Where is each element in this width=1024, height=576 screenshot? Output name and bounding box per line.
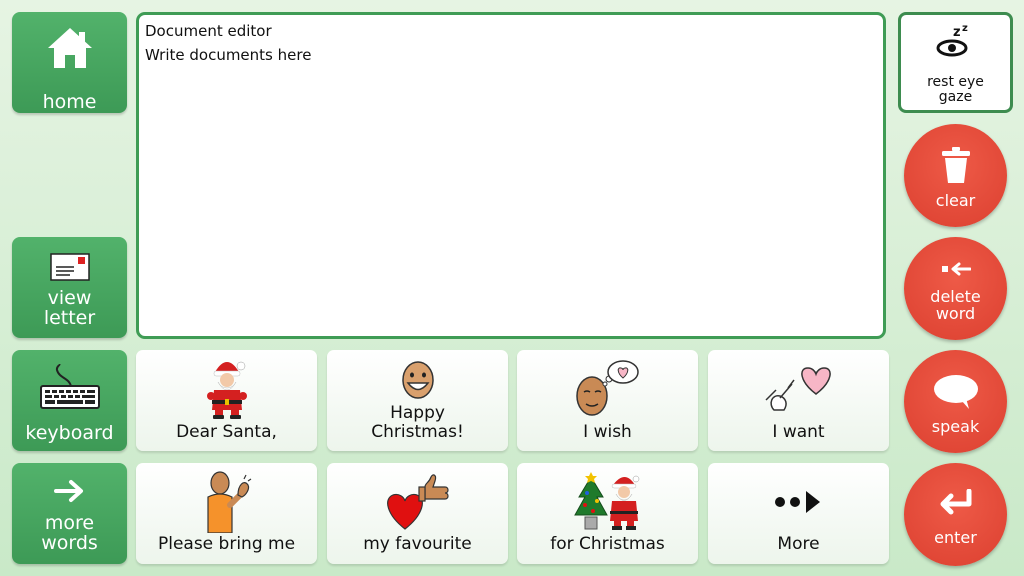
phrase-label: I wish — [583, 422, 632, 442]
phrase-i-want[interactable]: I want — [708, 350, 889, 451]
more-words-button[interactable]: more words — [12, 463, 127, 564]
phrase-for-christmas[interactable]: for Christmas — [517, 463, 698, 564]
phrase-label: for Christmas — [550, 534, 665, 554]
rest-eye-gaze-label-1: rest eye — [927, 74, 984, 90]
phrase-label: I want — [772, 422, 825, 442]
speak-label: speak — [931, 417, 980, 436]
more-words-label-1: more — [44, 512, 95, 534]
santa-icon — [136, 358, 317, 420]
svg-text:z: z — [953, 25, 961, 40]
editor-line-2: Write documents here — [145, 46, 312, 64]
speak-button[interactable]: speak — [904, 350, 1007, 453]
phrase-label: Please bring me — [157, 534, 296, 554]
home-label: home — [42, 91, 97, 113]
phrase-label: Dear Santa, — [176, 422, 277, 442]
favourite-icon — [327, 473, 508, 531]
home-button[interactable]: home — [12, 12, 127, 113]
phrase-label: my favourite — [363, 534, 472, 554]
keyboard-icon — [12, 364, 127, 410]
sleeping-eye-icon: zz — [901, 23, 1010, 57]
view-letter-button[interactable]: view letter — [12, 237, 127, 338]
clear-button[interactable]: clear — [904, 124, 1007, 227]
delete-word-button[interactable]: delete word — [904, 237, 1007, 340]
view-letter-label-2: letter — [43, 307, 96, 329]
enter-button[interactable]: enter — [904, 463, 1007, 566]
happy-face-icon — [327, 358, 508, 402]
keyboard-label: keyboard — [25, 422, 114, 444]
phrase-dear-santa[interactable]: Dear Santa, — [136, 350, 317, 451]
delete-word-label-2: word — [935, 304, 976, 323]
christmas-icon — [517, 471, 698, 533]
phrase-label: Christmas! — [371, 422, 464, 442]
phrase-my-favourite[interactable]: my favourite — [327, 463, 508, 564]
delete-word-icon — [904, 262, 1007, 276]
rest-eye-gaze-label-2: gaze — [938, 89, 973, 105]
phrase-more[interactable]: More — [708, 463, 889, 564]
more-icon — [708, 490, 889, 514]
view-letter-label-1: view — [47, 287, 92, 309]
phrase-please-bring-me[interactable]: Please bring me — [136, 463, 317, 564]
trash-icon — [904, 146, 1007, 184]
svg-text:z: z — [962, 23, 968, 34]
speech-bubble-icon — [904, 374, 1007, 410]
delete-word-label-1: delete — [930, 287, 981, 306]
phrase-happy-christmas[interactable]: Happy Christmas! — [327, 350, 508, 451]
editor-line-1: Document editor — [145, 22, 272, 40]
more-words-label-2: words — [41, 532, 98, 554]
letter-icon — [12, 253, 127, 281]
clear-label: clear — [935, 191, 976, 210]
wish-icon — [517, 360, 698, 420]
phrase-label: Happy — [390, 403, 445, 423]
home-icon — [12, 26, 127, 70]
bring-icon — [136, 471, 317, 533]
phrase-i-wish[interactable]: I wish — [517, 350, 698, 451]
want-icon — [708, 360, 889, 418]
phrase-label: More — [777, 534, 820, 554]
enter-icon — [904, 489, 1007, 515]
rest-eye-gaze-button[interactable]: zz rest eye gaze — [898, 12, 1013, 113]
enter-label: enter — [934, 528, 977, 547]
keyboard-button[interactable]: keyboard — [12, 350, 127, 451]
document-editor[interactable]: Document editor Write documents here — [136, 12, 886, 339]
arrow-right-icon — [12, 479, 127, 503]
